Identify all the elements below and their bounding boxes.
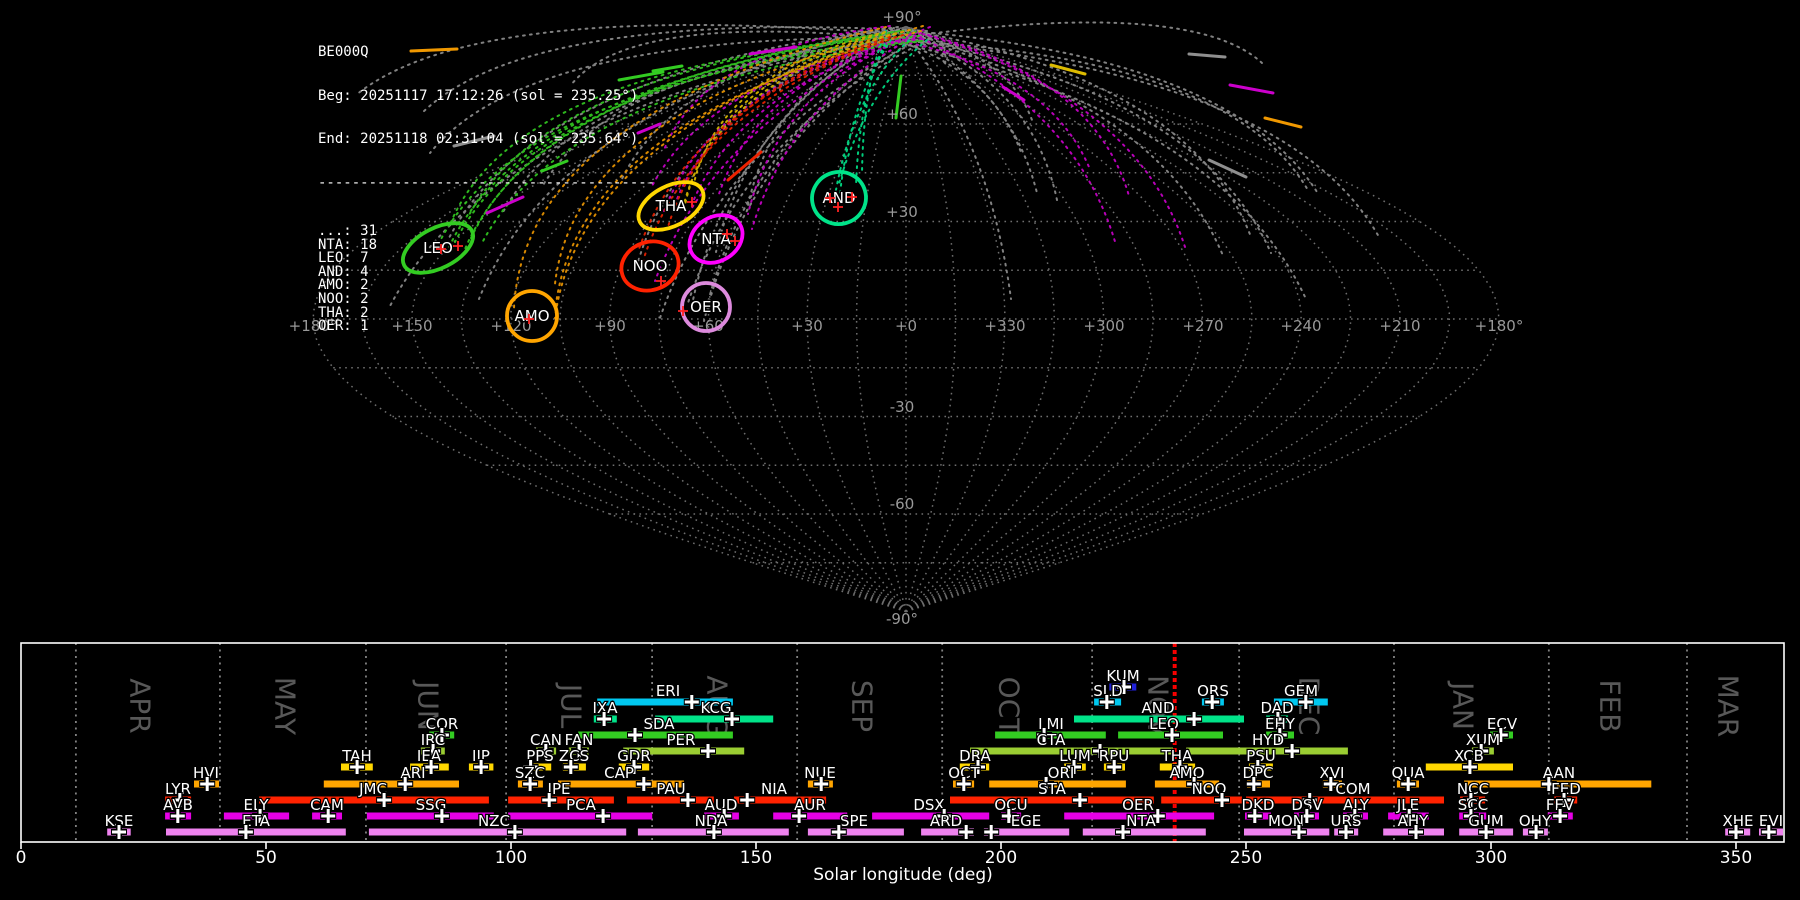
shower-bars: KUMERI SLD ORS GEMIXA KCG AND DADCOR SDA LMI LEO E… xyxy=(103,666,1784,840)
month-label-JUL: JUL xyxy=(555,682,588,729)
peak-marker-STA xyxy=(1072,793,1087,807)
shower-label-SPE: SPE xyxy=(840,812,868,830)
month-label-FEB: FEB xyxy=(1594,679,1627,732)
month-label-MAR: MAR xyxy=(1712,675,1745,738)
shower-label-PSU: PSU xyxy=(1246,747,1276,765)
header-separator: ---------------------------------------- xyxy=(318,174,656,191)
end-time: End: 20251118 02:31:04 (sol = 235.64°) xyxy=(318,131,639,147)
month-label-SEP: SEP xyxy=(846,680,879,732)
x-tick-label: 250 xyxy=(1230,848,1262,868)
x-axis-title: Solar longitude (deg) xyxy=(813,865,993,885)
shower-label-DPC: DPC xyxy=(1242,764,1273,782)
x-tick-label: 50 xyxy=(255,848,277,868)
month-label-JAN: JAN xyxy=(1447,680,1480,730)
month-label-OCT: OCT xyxy=(993,677,1026,737)
shower-label-ZCS: ZCS xyxy=(559,747,589,765)
shower-count-list: ...: 31 NTA: 18 LEO: 7 AND: 4 AMO: 2 NOO: 2 TH… xyxy=(318,224,655,335)
peak-marker-NZC xyxy=(507,825,522,839)
shower-label-EGE: EGE xyxy=(1011,812,1042,830)
count-line-OER: OER: 1 xyxy=(318,318,369,335)
shower-label-PER: PER xyxy=(667,731,696,749)
shower-label-GEM: GEM xyxy=(1284,682,1318,700)
meteor-report-screen: +180° +150 +120 +90 +60 +30 +0 +330 +300 +270 +240… xyxy=(0,0,1800,900)
shower-label-NIA: NIA xyxy=(761,780,788,798)
shower-bar-ARI xyxy=(323,780,459,788)
observation-header: BE000Q Beg: 20251117 17:12:26 (sol = 235… xyxy=(318,16,655,363)
month-label-MAY: MAY xyxy=(269,677,302,736)
shower-label-ARD: ARD xyxy=(930,812,962,830)
peak-marker-CAP xyxy=(636,777,651,791)
peak-marker-PER xyxy=(701,744,715,758)
peak-marker-ERI xyxy=(684,695,699,709)
shower-label-CAP: CAP xyxy=(604,764,634,782)
peak-marker-HYD xyxy=(1285,744,1300,758)
shower-label-STA: STA xyxy=(1038,780,1067,798)
shower-label-NZC: NZC xyxy=(478,812,510,830)
peak-marker-NIA xyxy=(740,793,755,807)
shower-label-PAU: PAU xyxy=(656,780,685,798)
shower-label-ERI: ERI xyxy=(656,682,680,700)
x-tick-label: 100 xyxy=(495,848,527,868)
shower-label-NTA: NTA xyxy=(1126,812,1156,830)
x-tick-label: 350 xyxy=(1720,848,1752,868)
activity-timeline-chart: APR MAY JUN JUL AUG SEP OCT NOV DEC JAN FEB MARKUME… xyxy=(16,642,1785,885)
peak-marker-AND xyxy=(1187,712,1202,726)
shower-label-KCG: KCG xyxy=(700,699,731,717)
x-tick-label: 150 xyxy=(740,848,772,868)
peak-marker-PCA xyxy=(596,809,611,823)
x-tick-label: 0 xyxy=(16,848,27,868)
x-tick-label: 300 xyxy=(1475,848,1507,868)
shower-label-PCA: PCA xyxy=(566,796,597,814)
month-label-APR: APR xyxy=(124,678,157,734)
peak-marker-EGE xyxy=(984,825,999,839)
begin-time: Beg: 20251117 17:12:26 (sol = 235.25°) xyxy=(318,87,639,104)
shower-label-THA: THA xyxy=(1161,747,1193,765)
station-id: BE000Q xyxy=(318,44,369,60)
peak-marker-SDA xyxy=(628,728,642,742)
